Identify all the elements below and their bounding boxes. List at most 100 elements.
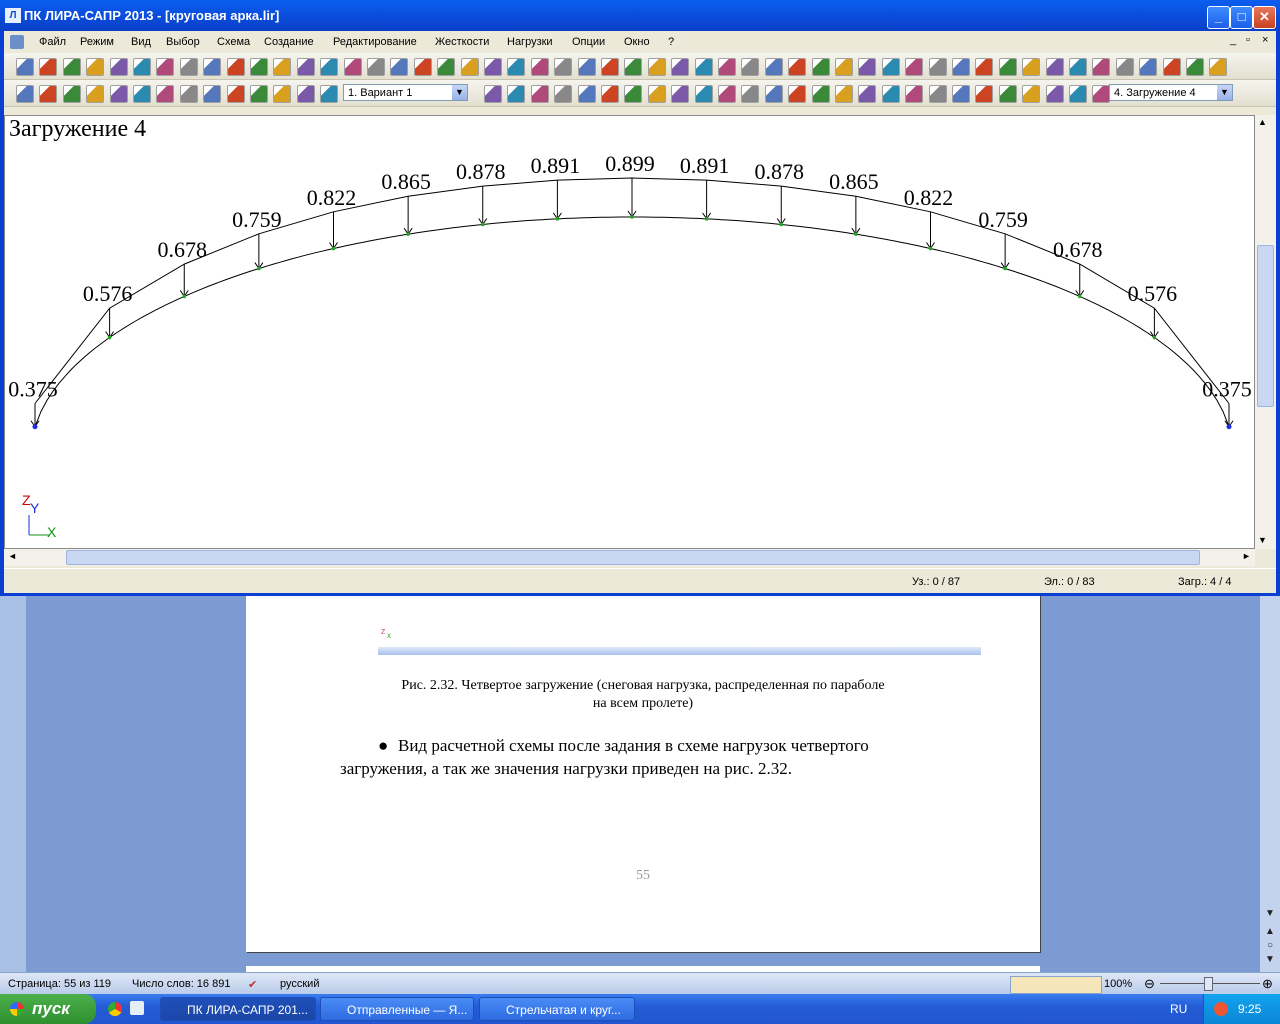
toolbar-tool-icon[interactable] (998, 58, 1017, 76)
toolbar-tool-icon[interactable] (764, 58, 783, 76)
desktop-icon[interactable] (130, 1001, 144, 1015)
toolbar-tool-icon[interactable] (484, 58, 502, 76)
toolbar-tool-icon[interactable] (250, 85, 268, 103)
prev-page-icon[interactable]: ▲ (1263, 926, 1277, 937)
menu-select[interactable]: Выбор (166, 36, 200, 48)
load-select[interactable]: 4. Загружение 4 ▼ (1109, 84, 1233, 101)
toolbar-tool-icon[interactable] (133, 85, 151, 103)
toolbar-tool-icon[interactable] (577, 85, 596, 103)
toolbar-tool-icon[interactable] (671, 85, 690, 103)
titlebar[interactable]: Л ПК ЛИРА-САПР 2013 - [круговая арка.lir… (0, 0, 1280, 31)
toolbar-tool-icon[interactable] (858, 58, 877, 76)
page-indicator[interactable]: Страница: 55 из 119 (8, 978, 111, 990)
toolbar-tool-icon[interactable] (484, 85, 502, 103)
mdi-restore-icon[interactable]: ▫ (1246, 34, 1250, 46)
chrome-icon[interactable] (108, 1002, 122, 1016)
zoom-level[interactable]: 100% (1104, 978, 1132, 990)
mdi-minimize-icon[interactable]: _ (1230, 34, 1236, 46)
toolbar-tool-icon[interactable] (109, 85, 128, 103)
toolbar-tool-icon[interactable] (226, 58, 245, 76)
arch-node[interactable] (630, 215, 634, 219)
model-canvas[interactable]: Загружение 4 0.375 0.576 0.678 0.759 0.822 0.… (4, 115, 1255, 549)
canvas-vertical-scrollbar[interactable]: ▲ ▼ (1255, 115, 1276, 549)
scroll-up-icon[interactable]: ▲ (1258, 117, 1267, 127)
mdi-close-icon[interactable]: × (1262, 34, 1268, 46)
toolbar-tool-icon[interactable] (975, 85, 994, 103)
menu-stiffness[interactable]: Жесткости (435, 36, 489, 48)
toolbar-tool-icon[interactable] (952, 58, 970, 76)
menu-file[interactable]: Файл (39, 36, 66, 48)
menu-scheme[interactable]: Схема (217, 36, 250, 48)
toolbar-tool-icon[interactable] (273, 85, 292, 103)
menu-mode[interactable]: Режим (80, 36, 114, 48)
canvas-horizontal-scrollbar[interactable]: ◄ ► (4, 549, 1255, 566)
toolbar-tool-icon[interactable] (835, 58, 853, 76)
toolbar-tool-icon[interactable] (905, 58, 924, 76)
arch-node[interactable] (854, 232, 858, 236)
toolbar-tool-icon[interactable] (156, 58, 175, 76)
toolbar-tool-icon[interactable] (764, 85, 783, 103)
toolbar-tool-icon[interactable] (296, 58, 315, 76)
toolbar-tool-icon[interactable] (16, 58, 34, 76)
toolbar-tool-icon[interactable] (156, 85, 175, 103)
doc-icon[interactable] (10, 35, 24, 49)
toolbar-tool-icon[interactable] (1139, 58, 1158, 76)
scroll-down-icon[interactable]: ▼ (1263, 908, 1277, 919)
menu-view[interactable]: Вид (131, 36, 151, 48)
view-buttons[interactable] (1010, 976, 1102, 994)
toolbar-tool-icon[interactable] (741, 58, 760, 76)
spelling-icon[interactable]: ✔ (248, 978, 257, 991)
toolbar-tool-icon[interactable] (226, 85, 245, 103)
close-button[interactable]: ✕ (1253, 6, 1276, 29)
toolbar-tool-icon[interactable] (1045, 58, 1064, 76)
toolbar-tool-icon[interactable] (250, 58, 268, 76)
language-indicator[interactable]: русский (280, 978, 319, 990)
toolbar-tool-icon[interactable] (577, 58, 596, 76)
tray-app-icon[interactable] (1214, 1002, 1228, 1016)
zoom-slider-thumb[interactable] (1204, 977, 1213, 991)
toolbar-tool-icon[interactable] (437, 58, 456, 76)
arch-node[interactable] (182, 294, 187, 299)
task-word[interactable]: Стрельчатая и круг... (479, 997, 635, 1021)
toolbar-tool-icon[interactable] (928, 85, 947, 103)
arch-member[interactable] (34, 216, 1230, 427)
maximize-button[interactable]: □ (1230, 6, 1253, 29)
toolbar-tool-icon[interactable] (460, 58, 479, 76)
toolbar-tool-icon[interactable] (1069, 85, 1087, 103)
toolbar-tool-icon[interactable] (320, 58, 339, 76)
toolbar-tool-icon[interactable] (554, 58, 573, 76)
toolbar-tool-icon[interactable] (647, 85, 666, 103)
next-page-icon[interactable]: ▼ (1263, 954, 1277, 965)
toolbar-tool-icon[interactable] (1045, 85, 1064, 103)
menu-window[interactable]: Окно (624, 36, 650, 48)
arch-node[interactable] (406, 232, 410, 236)
toolbar-tool-icon[interactable] (694, 58, 713, 76)
toolbar-tool-icon[interactable] (1186, 58, 1204, 76)
toolbar-tool-icon[interactable] (320, 85, 339, 103)
toolbar-tool-icon[interactable] (179, 58, 198, 76)
toolbar-tool-icon[interactable] (507, 85, 526, 103)
scroll-right-icon[interactable]: ► (1242, 551, 1251, 561)
toolbar-tool-icon[interactable] (881, 85, 900, 103)
toolbar-tool-icon[interactable] (413, 58, 432, 76)
arch-node[interactable] (555, 217, 560, 221)
toolbar-tool-icon[interactable] (203, 58, 222, 76)
toolbar-tool-icon[interactable] (343, 58, 362, 76)
word-count[interactable]: Число слов: 16 891 (132, 978, 230, 990)
toolbar-tool-icon[interactable] (62, 58, 81, 76)
toolbar-tool-icon[interactable] (296, 85, 315, 103)
toolbar-tool-icon[interactable] (624, 85, 643, 103)
start-button[interactable]: пуск (0, 994, 96, 1024)
toolbar-tool-icon[interactable] (975, 58, 994, 76)
toolbar-tool-icon[interactable] (16, 85, 34, 103)
arch-diagram[interactable]: 0.375 0.576 0.678 0.759 0.822 0.865 0.878 0.891… (5, 116, 1254, 548)
arch-node[interactable] (779, 222, 784, 227)
toolbar-tool-icon[interactable] (1069, 58, 1087, 76)
menu-help[interactable]: ? (668, 36, 674, 48)
arch-node[interactable] (704, 217, 709, 221)
arch-node[interactable] (1003, 266, 1007, 271)
toolbar-tool-icon[interactable] (671, 58, 690, 76)
toolbar-tool-icon[interactable] (86, 85, 105, 103)
toolbar-tool-icon[interactable] (788, 85, 807, 103)
toolbar-tool-icon[interactable] (601, 58, 619, 76)
